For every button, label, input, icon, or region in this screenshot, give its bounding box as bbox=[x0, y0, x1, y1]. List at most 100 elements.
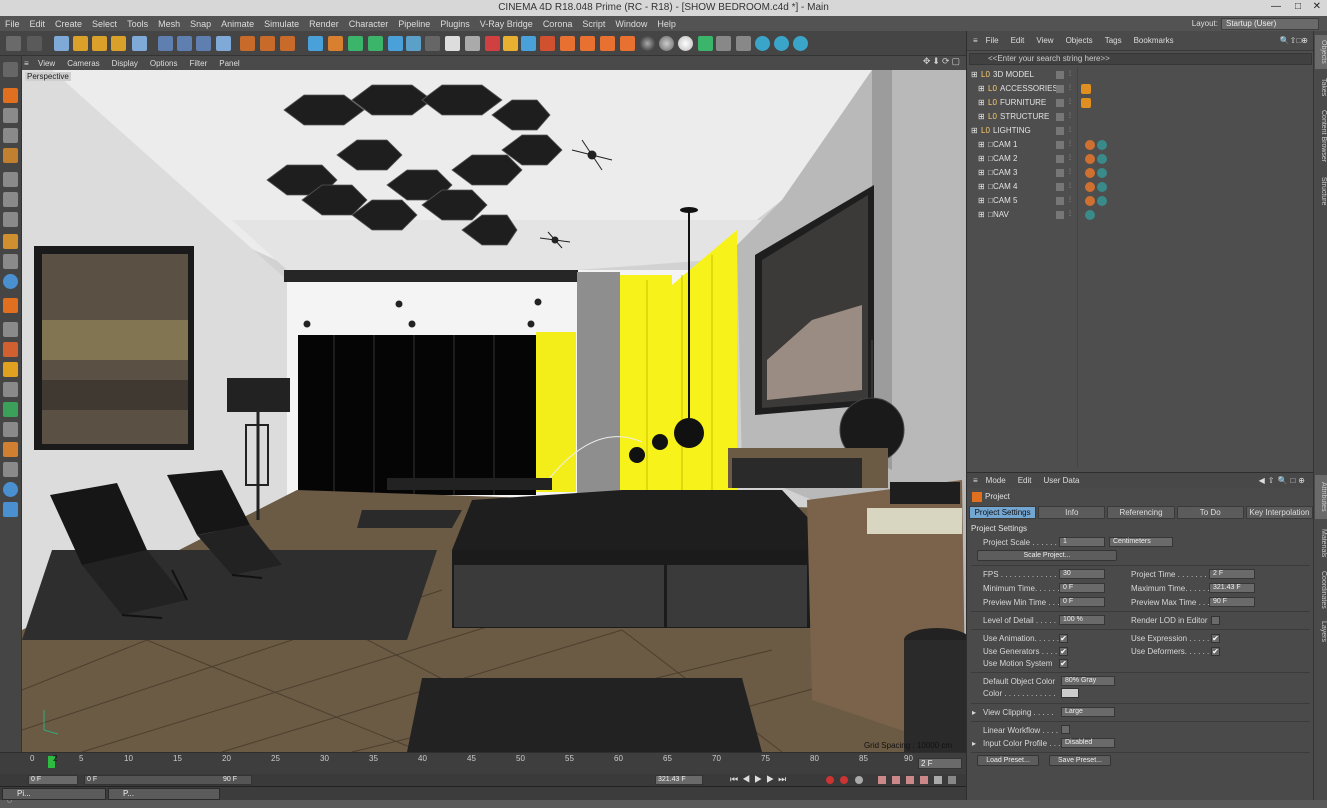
use-animation-checkbox[interactable]: ✔ bbox=[1059, 634, 1068, 643]
target-tag-icon[interactable] bbox=[1097, 140, 1107, 150]
object-row[interactable]: ⊞ □ CAM 5 ⋮ bbox=[967, 195, 1314, 208]
object-row[interactable]: ⊞ L0 ACCESSORIES ⋮ bbox=[967, 83, 1314, 96]
object-row[interactable]: ⊞ □ CAM 1 ⋮ bbox=[967, 139, 1314, 152]
viewport-menu-cameras[interactable]: Cameras bbox=[61, 59, 105, 68]
check-circle-icon-3[interactable] bbox=[793, 36, 808, 51]
live-selection-icon[interactable] bbox=[54, 36, 69, 51]
polygon-mode-icon[interactable] bbox=[3, 192, 18, 207]
render-view-icon[interactable] bbox=[240, 36, 255, 51]
minimize-button[interactable]: — bbox=[1271, 1, 1281, 12]
object-row[interactable]: ⊞ L0 STRUCTURE ⋮ bbox=[967, 111, 1314, 124]
enable-dots[interactable]: ⋮ bbox=[1067, 154, 1073, 161]
expand-icon[interactable]: ⊞ bbox=[978, 168, 985, 177]
lod-input[interactable]: 100 % bbox=[1059, 615, 1105, 625]
position-key-icon[interactable] bbox=[878, 776, 886, 784]
tab-key-interpolation[interactable]: Key Interpolation bbox=[1245, 506, 1314, 519]
menu-script[interactable]: Script bbox=[577, 19, 610, 29]
attr-menu-user-data[interactable]: User Data bbox=[1037, 476, 1085, 485]
enable-dots[interactable]: ⋮ bbox=[1067, 196, 1073, 203]
tab-info[interactable]: Info bbox=[1038, 506, 1106, 519]
visibility-switch[interactable] bbox=[1056, 127, 1064, 135]
floor-icon[interactable] bbox=[406, 36, 421, 51]
save-preset-button[interactable]: Save Preset... bbox=[1049, 755, 1111, 766]
viewport-menu-options[interactable]: Options bbox=[144, 59, 184, 68]
cube-icon[interactable] bbox=[308, 36, 323, 51]
target-tag-icon[interactable] bbox=[1085, 210, 1095, 220]
corona-tools-icon[interactable] bbox=[698, 36, 713, 51]
expand-icon[interactable]: ⊞ bbox=[978, 112, 985, 121]
input-color-profile-select[interactable]: Disabled bbox=[1061, 738, 1115, 748]
dock-tab-content-browser[interactable]: Content Browser bbox=[1315, 105, 1327, 167]
menu-plugins[interactable]: Plugins bbox=[435, 19, 475, 29]
target-tag-icon[interactable] bbox=[1097, 168, 1107, 178]
timeline-menu-icon[interactable] bbox=[948, 776, 956, 784]
uv-mode-icon[interactable] bbox=[3, 212, 18, 227]
corona-interactive-icon[interactable] bbox=[716, 36, 731, 51]
scale-project-button[interactable]: Scale Project... bbox=[977, 550, 1117, 561]
make-editable-icon[interactable] bbox=[3, 62, 18, 77]
scale-icon[interactable] bbox=[92, 36, 107, 51]
recent-tool-icon[interactable] bbox=[132, 36, 147, 51]
record-icon[interactable] bbox=[826, 776, 834, 784]
snap-icon[interactable] bbox=[3, 274, 18, 289]
default-color-select[interactable]: 80% Gray bbox=[1061, 676, 1115, 686]
menu-vray-bridge[interactable]: V-Ray Bridge bbox=[475, 19, 538, 29]
point-mode-icon[interactable] bbox=[3, 148, 18, 163]
material-sphere-grey-icon[interactable] bbox=[659, 36, 674, 51]
tab-to-do[interactable]: To Do bbox=[1176, 506, 1244, 519]
mograph-icon[interactable] bbox=[3, 502, 18, 517]
om-menu-view[interactable]: View bbox=[1030, 36, 1059, 45]
taskbar-window-2[interactable]: P... bbox=[108, 788, 220, 800]
visibility-switch[interactable] bbox=[1056, 169, 1064, 177]
menu-animate[interactable]: Animate bbox=[216, 19, 259, 29]
dock-tab-materials[interactable]: Materials bbox=[1315, 523, 1327, 563]
layer-tag-icon[interactable] bbox=[1081, 98, 1091, 108]
cloth-icon[interactable] bbox=[3, 462, 18, 477]
project-scale-input[interactable]: 1 bbox=[1059, 537, 1105, 547]
visibility-switch[interactable] bbox=[1056, 85, 1064, 93]
coordinate-system-icon[interactable] bbox=[216, 36, 231, 51]
perspective-viewport[interactable]: Perspective Grid Spacing : 10000 cm bbox=[22, 70, 966, 752]
protection-tag-icon[interactable] bbox=[1085, 140, 1095, 150]
light-icon[interactable] bbox=[445, 36, 460, 51]
locked-workplane-icon[interactable] bbox=[3, 342, 18, 357]
x-axis-icon[interactable] bbox=[158, 36, 173, 51]
taskbar-window-1[interactable]: Pi... bbox=[2, 788, 106, 800]
workplane-mode-icon[interactable] bbox=[3, 128, 18, 143]
dock-tab-takes[interactable]: Takes bbox=[1315, 73, 1327, 101]
enable-dots[interactable]: ⋮ bbox=[1067, 210, 1073, 217]
current-frame-field[interactable]: 2 F bbox=[918, 758, 962, 769]
rotation-key-icon[interactable] bbox=[906, 776, 914, 784]
object-row[interactable]: ⊞ L0 LIGHTING ⋮ bbox=[967, 125, 1314, 138]
keyframe-selection-icon[interactable] bbox=[855, 776, 863, 784]
timeline-ruler[interactable]: 0 2 5 10 15 20 25 30 35 40 45 50 55 60 6… bbox=[0, 752, 966, 774]
enable-dots[interactable]: ⋮ bbox=[1067, 126, 1073, 133]
corona-sky-icon[interactable] bbox=[580, 36, 595, 51]
menu-pipeline[interactable]: Pipeline bbox=[393, 19, 435, 29]
color-swatch[interactable] bbox=[1061, 688, 1079, 698]
enable-dots[interactable]: ⋮ bbox=[1067, 70, 1073, 77]
render-lod-checkbox[interactable] bbox=[1211, 616, 1220, 625]
object-row[interactable]: ⊞ □ CAM 3 ⋮ bbox=[967, 167, 1314, 180]
protection-tag-icon[interactable] bbox=[1085, 154, 1095, 164]
texture-mode-icon[interactable] bbox=[3, 108, 18, 123]
rotate-icon[interactable] bbox=[111, 36, 126, 51]
check-circle-icon-2[interactable] bbox=[774, 36, 789, 51]
paint-icon[interactable] bbox=[3, 402, 18, 417]
min-time-input[interactable]: 0 F bbox=[1059, 583, 1105, 593]
target-tag-icon[interactable] bbox=[1097, 154, 1107, 164]
om-menu-file[interactable]: File bbox=[980, 36, 1005, 45]
preview-range-slider[interactable]: 0 F 90 F bbox=[84, 775, 252, 785]
expand-icon[interactable]: ⊞ bbox=[971, 70, 978, 79]
render-picture-viewer-icon[interactable] bbox=[260, 36, 275, 51]
expand-icon[interactable]: ⊞ bbox=[971, 126, 978, 135]
redo-icon[interactable] bbox=[27, 36, 42, 51]
tag-icon[interactable] bbox=[465, 36, 480, 51]
menu-select[interactable]: Select bbox=[87, 19, 122, 29]
scale-unit-select[interactable]: Centimeters bbox=[1109, 537, 1173, 547]
menu-tools[interactable]: Tools bbox=[122, 19, 153, 29]
z-axis-icon[interactable] bbox=[196, 36, 211, 51]
close-button[interactable]: ✕ bbox=[1313, 1, 1321, 12]
attr-nav-icons[interactable]: ◀⇧🔍□⊕ bbox=[1253, 476, 1314, 485]
menu-window[interactable]: Window bbox=[610, 19, 652, 29]
